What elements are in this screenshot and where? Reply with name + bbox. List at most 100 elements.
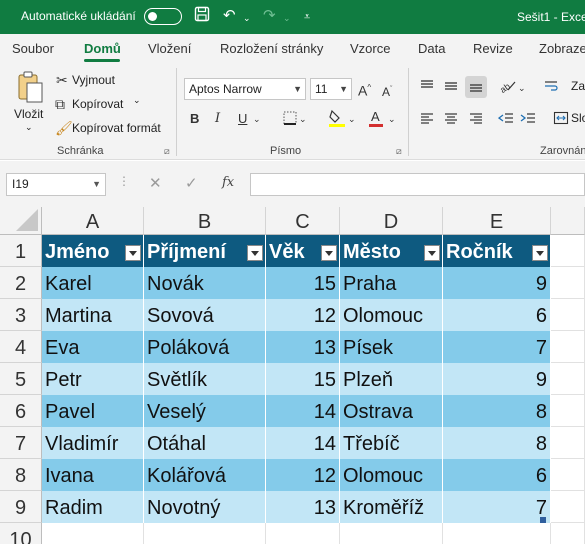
row-header-6[interactable]: 6 <box>0 395 42 427</box>
table-header-cell[interactable]: Město <box>340 235 443 267</box>
copy-button[interactable]: Kopírovat <box>72 97 123 111</box>
table-cell-d8[interactable]: Olomouc <box>340 459 443 491</box>
empty-cell[interactable] <box>551 395 585 427</box>
middle-align-icon[interactable] <box>443 78 459 97</box>
table-header-cell[interactable]: Jméno <box>42 235 144 267</box>
tab-review[interactable]: Revize <box>473 41 513 56</box>
table-cell-b7[interactable]: Otáhal <box>144 427 266 459</box>
table-header-cell[interactable]: Ročník <box>443 235 551 267</box>
table-cell-e5[interactable]: 9 <box>443 363 551 395</box>
insert-function-icon[interactable]: fx <box>222 175 234 190</box>
table-cell-a3[interactable]: Martina <box>42 299 144 331</box>
undo-icon[interactable]: ↶ <box>223 6 236 26</box>
fill-color-dropdown-icon[interactable]: ⌄ <box>348 111 356 127</box>
table-cell-d7[interactable]: Třebíč <box>340 427 443 459</box>
column-header-e[interactable]: E <box>443 207 551 235</box>
table-cell-e7[interactable]: 8 <box>443 427 551 459</box>
top-align-icon[interactable] <box>419 78 435 97</box>
tab-data[interactable]: Data <box>418 41 445 56</box>
redo-dropdown-icon[interactable]: ⌄ <box>283 8 291 28</box>
increase-indent-icon[interactable] <box>520 110 536 129</box>
cut-icon[interactable]: ✂ <box>56 72 68 88</box>
tab-page-layout[interactable]: Rozložení stránky <box>220 41 323 56</box>
table-cell-c7[interactable]: 14 <box>266 427 340 459</box>
paste-dropdown-icon[interactable]: ⌄ <box>25 122 33 133</box>
bottom-align-icon[interactable] <box>468 78 484 97</box>
copy-dropdown-icon[interactable]: ⌄ <box>133 95 141 106</box>
table-cell-e3[interactable]: 6 <box>443 299 551 331</box>
empty-cell[interactable] <box>340 523 443 544</box>
empty-cell[interactable] <box>551 523 585 544</box>
table-cell-a6[interactable]: Pavel <box>42 395 144 427</box>
cut-button[interactable]: Vyjmout <box>72 73 115 87</box>
borders-icon[interactable] <box>282 110 298 129</box>
font-color-dropdown-icon[interactable]: ⌄ <box>388 111 396 127</box>
bold-icon[interactable]: B <box>190 111 199 127</box>
column-header-c[interactable]: C <box>266 207 340 235</box>
column-header-d[interactable]: D <box>340 207 443 235</box>
empty-cell[interactable] <box>551 299 585 331</box>
row-header-4[interactable]: 4 <box>0 331 42 363</box>
tab-file[interactable]: Soubor <box>12 41 54 56</box>
tab-view[interactable]: Zobrazení <box>539 41 585 56</box>
tab-formulas[interactable]: Vzorce <box>350 41 390 56</box>
empty-cell[interactable] <box>551 235 585 267</box>
row-header-9[interactable]: 9 <box>0 491 42 523</box>
align-right-icon[interactable] <box>468 110 484 129</box>
empty-cell[interactable] <box>551 491 585 523</box>
wrap-text-label[interactable]: Za <box>571 79 585 93</box>
table-cell-c5[interactable]: 15 <box>266 363 340 395</box>
table-cell-d3[interactable]: Olomouc <box>340 299 443 331</box>
font-name-combo[interactable]: Aptos Narrow ▼ <box>184 78 306 100</box>
font-launcher-icon[interactable]: ⧄ <box>396 146 402 157</box>
filter-dropdown-icon[interactable] <box>424 245 440 261</box>
underline-dropdown-icon[interactable]: ⌄ <box>253 111 261 127</box>
filter-dropdown-icon[interactable] <box>125 245 141 261</box>
format-painter-button[interactable]: Kopírovat formát <box>72 121 161 135</box>
paste-button[interactable]: Vložit <box>14 107 43 121</box>
row-header-1[interactable]: 1 <box>0 235 42 267</box>
table-cell-a8[interactable]: Ivana <box>42 459 144 491</box>
table-cell-b2[interactable]: Novák <box>144 267 266 299</box>
column-header-b[interactable]: B <box>144 207 266 235</box>
empty-cell[interactable] <box>551 267 585 299</box>
table-cell-b4[interactable]: Poláková <box>144 331 266 363</box>
merge-center-label[interactable]: Slo <box>571 111 585 125</box>
table-cell-c9[interactable]: 13 <box>266 491 340 523</box>
table-cell-e9[interactable]: 7 <box>443 491 551 523</box>
table-cell-a5[interactable]: Petr <box>42 363 144 395</box>
filter-dropdown-icon[interactable] <box>321 245 337 261</box>
format-painter-icon[interactable]: 🖌 <box>55 120 73 136</box>
font-size-combo[interactable]: 11 ▼ <box>310 78 352 100</box>
empty-cell[interactable] <box>551 427 585 459</box>
table-cell-e8[interactable]: 6 <box>443 459 551 491</box>
table-cell-d9[interactable]: Kroměříž <box>340 491 443 523</box>
wrap-text-icon[interactable] <box>544 78 558 97</box>
decrease-indent-icon[interactable] <box>497 110 514 129</box>
empty-cell[interactable] <box>551 459 585 491</box>
row-header-5[interactable]: 5 <box>0 363 42 395</box>
table-resize-handle[interactable] <box>540 517 546 523</box>
enter-icon[interactable]: ✓ <box>185 174 198 192</box>
merge-center-icon[interactable] <box>553 110 569 129</box>
empty-cell[interactable] <box>443 523 551 544</box>
row-header-3[interactable]: 3 <box>0 299 42 331</box>
column-header-a[interactable]: A <box>42 207 144 235</box>
select-all-corner[interactable] <box>0 207 42 235</box>
empty-cell[interactable] <box>42 523 144 544</box>
align-left-icon[interactable] <box>419 110 435 129</box>
table-header-cell[interactable]: Příjmení <box>144 235 266 267</box>
undo-dropdown-icon[interactable]: ⌄ <box>243 8 251 28</box>
empty-cell[interactable] <box>551 331 585 363</box>
table-cell-e4[interactable]: 7 <box>443 331 551 363</box>
tab-insert[interactable]: Vložení <box>148 41 191 56</box>
table-cell-b5[interactable]: Světlík <box>144 363 266 395</box>
font-color-icon[interactable]: A <box>368 108 384 131</box>
table-cell-e2[interactable]: 9 <box>443 267 551 299</box>
table-cell-a2[interactable]: Karel <box>42 267 144 299</box>
redo-icon[interactable]: ↷ <box>263 6 276 26</box>
save-icon[interactable] <box>194 6 210 28</box>
row-header-2[interactable]: 2 <box>0 267 42 299</box>
table-cell-c6[interactable]: 14 <box>266 395 340 427</box>
table-cell-d4[interactable]: Písek <box>340 331 443 363</box>
